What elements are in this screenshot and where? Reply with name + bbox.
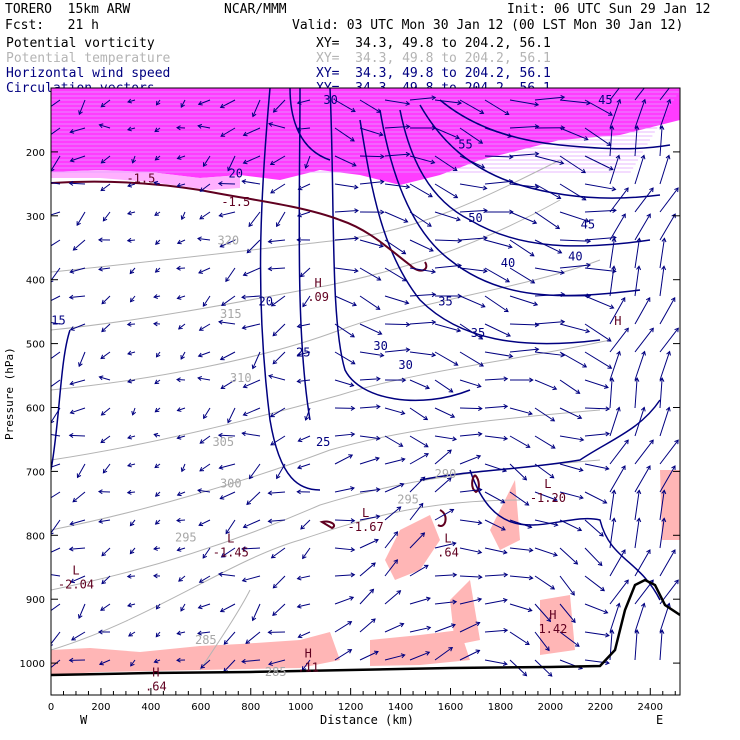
extremum-marker: H <box>614 314 621 328</box>
y-tick-label: 800 <box>26 531 45 542</box>
extremum-value: .64 <box>437 545 459 559</box>
wind-speed-label: 45 <box>598 93 612 107</box>
wind-speed-label: 40 <box>568 250 582 264</box>
wind-speed-label: 20 <box>229 166 243 180</box>
wind-speed-label: 55 <box>458 138 472 152</box>
theta-label: 305 <box>212 435 234 449</box>
wind-speed-label: 30 <box>398 358 412 372</box>
y-tick-label: 1000 <box>20 659 45 670</box>
x-tick-label: 1800 <box>488 702 513 713</box>
cross-section-figure: TORERO 15km ARW NCAR/MMM Init: 06 UTC Su… <box>0 0 740 740</box>
x-tick-label: 400 <box>141 702 160 713</box>
wind-speed-label: 25 <box>316 435 330 449</box>
theta-label: 310 <box>230 371 252 385</box>
extremum-marker: H <box>549 608 556 622</box>
x-axis-label: Distance (km) <box>320 713 414 727</box>
pv-label: -1.5 <box>221 195 250 209</box>
extremum-marker: L <box>227 531 234 545</box>
theta-label: 285 <box>265 665 287 679</box>
extremum-marker: H <box>152 666 159 680</box>
x-tick-label: 1600 <box>438 702 463 713</box>
theta-label: 295 <box>397 492 419 506</box>
y-tick-label: 600 <box>26 404 45 415</box>
east-label: E <box>656 713 663 727</box>
plot-area: 0 200 400 600 800 1000 1200 1400 1600 1800 2000 220… <box>3 87 681 727</box>
theta-label: 290 <box>435 467 457 481</box>
x-tick-label: 1200 <box>338 702 363 713</box>
theta-label: 285 <box>195 633 217 647</box>
wind-speed-label: 45 <box>581 218 595 232</box>
x-tick-label: 800 <box>241 702 260 713</box>
y-tick-label: 700 <box>26 467 45 478</box>
y-tick-label: 500 <box>26 340 45 351</box>
wind-speed-label: 25 <box>296 345 310 359</box>
y-tick-label: 400 <box>26 276 45 287</box>
extremum-value: .64 <box>145 680 167 694</box>
extremum-value: 1.42 <box>538 622 567 636</box>
pv-hatching <box>51 91 679 173</box>
x-tick-label: 1400 <box>388 702 413 713</box>
extremum-value: -2.04 <box>58 577 94 591</box>
y-tick-label: 300 <box>26 212 45 223</box>
x-tick-label: 2400 <box>638 702 663 713</box>
wind-speed-label: 30 <box>373 339 387 353</box>
extremum-value: -1.20 <box>530 491 566 505</box>
theta-label: 315 <box>220 307 242 321</box>
x-tick-label: 2200 <box>588 702 613 713</box>
extremum-marker: H <box>305 646 312 660</box>
y-axis-label: Pressure (hPa) <box>3 347 16 440</box>
theta-label: 300 <box>220 476 242 490</box>
x-tick-label: 1000 <box>288 702 313 713</box>
y-tick-label: 900 <box>26 595 45 606</box>
extremum-value: .09 <box>307 290 329 304</box>
wind-speed-label: 35 <box>471 326 485 340</box>
extremum-value: .11 <box>297 660 319 674</box>
y-tick-label: 200 <box>26 148 45 159</box>
extremum-value: -1.45 <box>213 545 249 559</box>
extremum-marker: L <box>544 477 551 491</box>
wind-speed-label: 50 <box>468 211 482 225</box>
x-tick-label: 2000 <box>538 702 563 713</box>
extremum-marker: L <box>362 506 369 520</box>
wind-speed-label: 20 <box>259 294 273 308</box>
x-tick-label: 0 <box>48 702 54 713</box>
x-tick-label: 600 <box>191 702 210 713</box>
wind-speed-label: 15 <box>51 313 65 327</box>
extremum-marker: L <box>444 531 451 545</box>
west-label: W <box>80 713 88 727</box>
wind-speed-label: 35 <box>438 294 452 308</box>
extremum-value: -1.67 <box>348 520 384 534</box>
wind-speed-label: 30 <box>323 93 337 107</box>
theta-label: 320 <box>217 234 239 248</box>
extremum-marker: H <box>315 276 322 290</box>
extremum-marker: L <box>72 563 79 577</box>
pv-label: -1.5 <box>126 172 155 186</box>
wind-speed-label: 40 <box>501 256 515 270</box>
theta-label: 295 <box>175 531 197 545</box>
x-tick-label: 200 <box>91 702 110 713</box>
